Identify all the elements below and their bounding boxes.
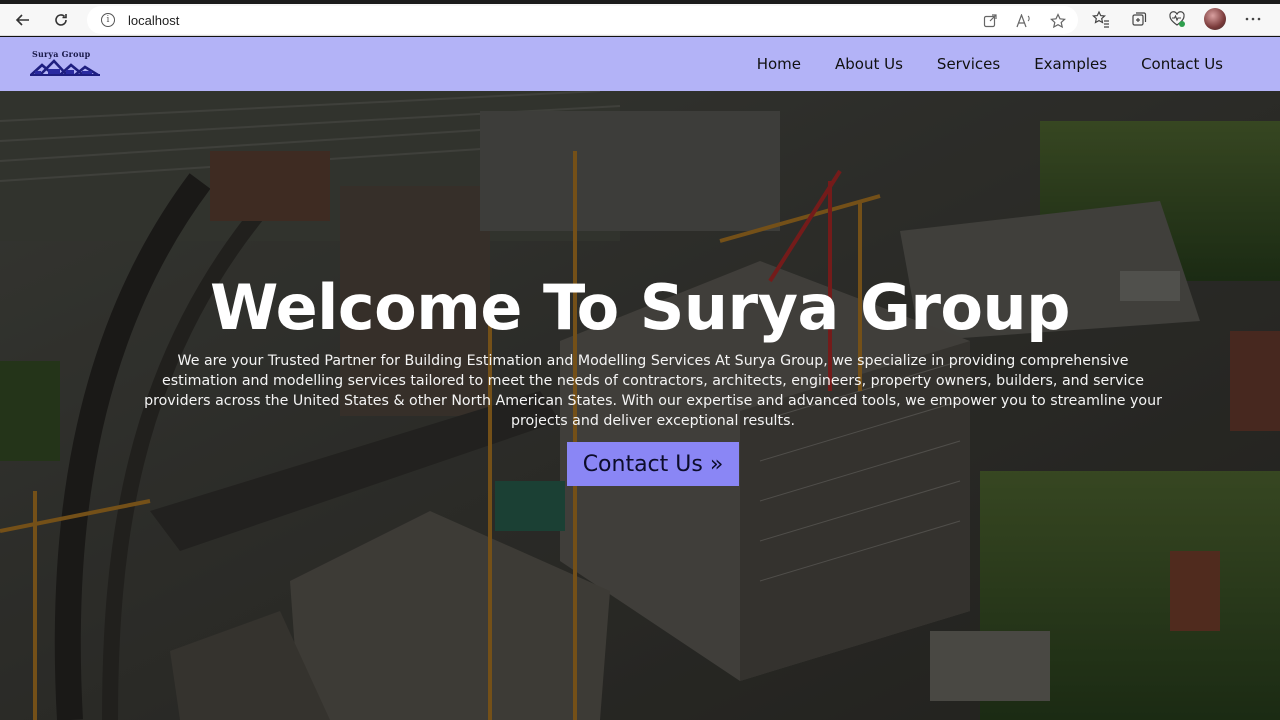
nav-examples[interactable]: Examples: [1034, 55, 1107, 73]
profile-avatar[interactable]: [1204, 8, 1226, 30]
nav-contact-us[interactable]: Contact Us: [1141, 55, 1223, 73]
back-arrow-icon[interactable]: [9, 6, 37, 34]
browser-extensions: [1090, 8, 1264, 30]
site-header: Surya Group Home About Us Services Examp…: [0, 37, 1280, 91]
main-nav: Home About Us Services Examples Contact …: [757, 37, 1223, 91]
favorite-star-icon[interactable]: [1049, 12, 1066, 29]
address-bar[interactable]: i localhost: [87, 6, 1078, 34]
nav-home[interactable]: Home: [757, 55, 801, 73]
nav-about-us[interactable]: About Us: [835, 55, 903, 73]
collections-icon[interactable]: [1128, 8, 1150, 30]
contact-us-button[interactable]: Contact Us »: [567, 442, 739, 486]
hero-title: Welcome To Surya Group: [209, 271, 1071, 344]
logo-houses-icon: [30, 59, 100, 76]
address-bar-actions: [981, 12, 1066, 29]
read-aloud-icon[interactable]: [1015, 12, 1032, 29]
reload-icon[interactable]: [47, 6, 75, 34]
more-menu-icon[interactable]: [1242, 8, 1264, 30]
hero-description: We are your Trusted Partner for Building…: [144, 353, 1162, 429]
url-text[interactable]: localhost: [128, 13, 179, 28]
hero-section: Welcome To Surya Group We are your Trust…: [0, 91, 1280, 720]
nav-services[interactable]: Services: [937, 55, 1000, 73]
browser-toolbar: i localhost: [0, 4, 1280, 36]
info-icon[interactable]: i: [101, 13, 115, 27]
favorites-icon[interactable]: [1090, 8, 1112, 30]
health-icon[interactable]: [1166, 8, 1188, 30]
site-logo[interactable]: Surya Group: [30, 49, 100, 77]
open-in-app-icon[interactable]: [981, 12, 998, 29]
